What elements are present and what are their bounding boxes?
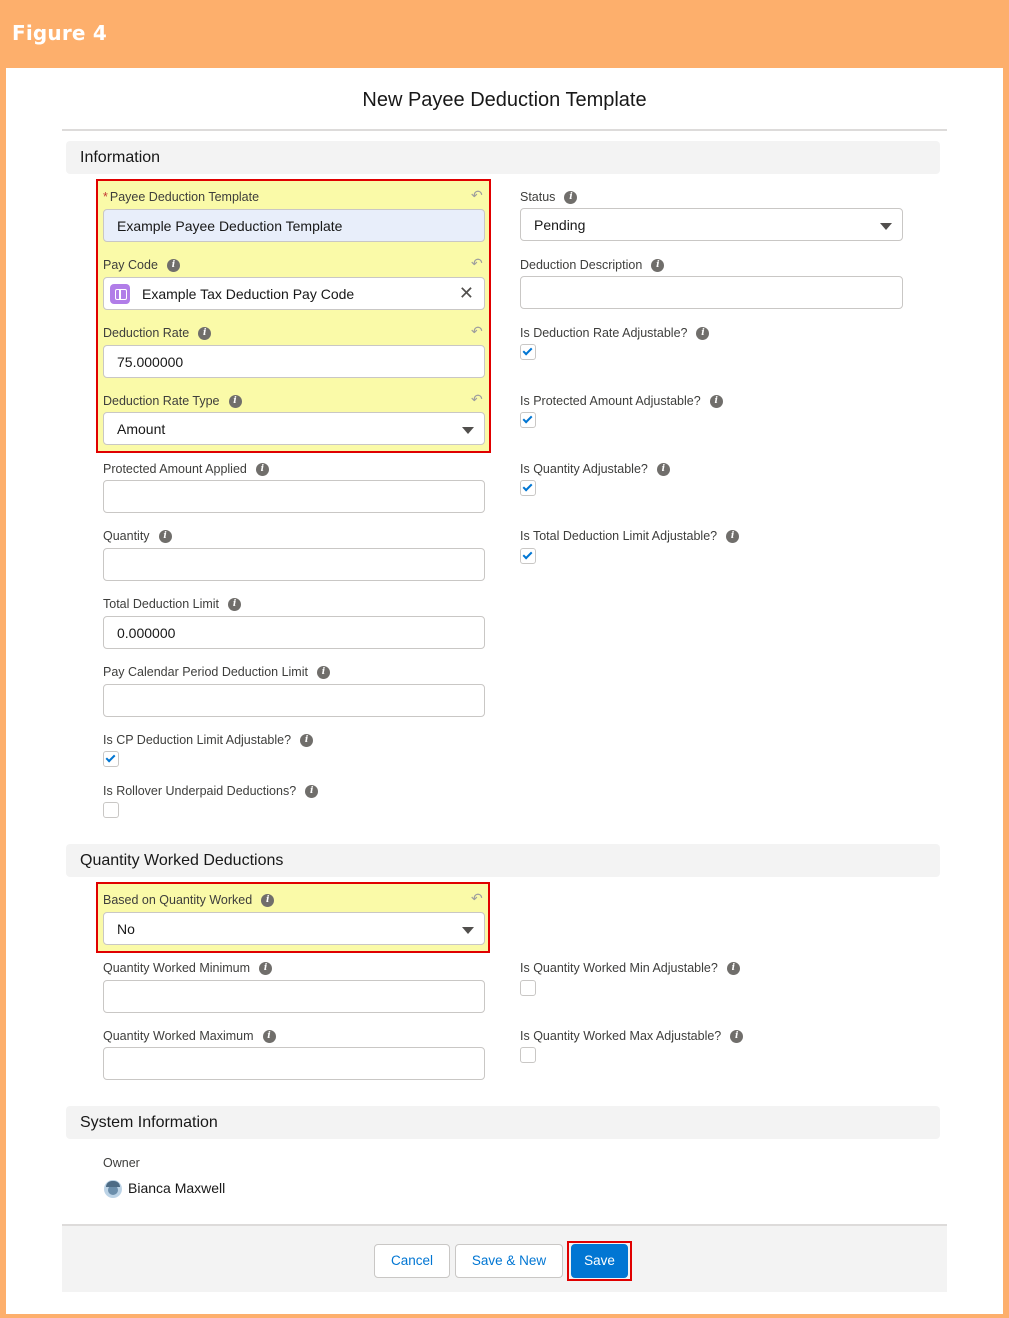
deduction-rate-label: Deduction Rate i: [103, 326, 212, 340]
based-on-qw-label: Based on Quantity Worked i: [103, 893, 275, 907]
section-information[interactable]: Information: [66, 141, 940, 174]
qw-max-label: Quantity Worked Maximum i: [103, 1029, 276, 1043]
total-limit-input[interactable]: 0.000000: [103, 616, 485, 649]
quantity-label: Quantity i: [103, 529, 172, 543]
rate-type-select[interactable]: Amount: [103, 412, 485, 445]
info-icon[interactable]: i: [726, 961, 740, 975]
info-icon[interactable]: i: [316, 665, 330, 679]
undo-icon[interactable]: ↶: [471, 890, 483, 907]
info-icon[interactable]: i: [696, 326, 710, 340]
period-limit-input[interactable]: [103, 684, 485, 717]
rollover-checkbox[interactable]: [103, 802, 119, 818]
protected-adjustable-label: Is Protected Amount Adjustable? i: [520, 394, 723, 408]
cancel-button[interactable]: Cancel: [374, 1244, 450, 1278]
save-new-button[interactable]: Save & New: [455, 1244, 563, 1278]
info-icon[interactable]: i: [228, 394, 242, 408]
checkmark-icon: [522, 413, 533, 424]
info-icon[interactable]: i: [228, 597, 242, 611]
qw-min-adjustable-label: Is Quantity Worked Min Adjustable? i: [520, 961, 740, 975]
quantity-adjustable-checkbox[interactable]: [520, 480, 536, 496]
template-label: * Payee Deduction Template: [103, 190, 260, 204]
section-label: Quantity Worked Deductions: [80, 852, 284, 869]
qw-max-adjustable-label: Is Quantity Worked Max Adjustable? i: [520, 1029, 744, 1043]
qw-min-adjustable-checkbox[interactable]: [520, 980, 536, 996]
rate-adjustable-label: Is Deduction Rate Adjustable? i: [520, 326, 710, 340]
protected-amount-input[interactable]: [103, 480, 485, 513]
status-label: Status i: [520, 190, 578, 204]
undo-icon[interactable]: ↶: [471, 323, 483, 340]
total-limit-label: Total Deduction Limit i: [103, 597, 242, 611]
info-icon[interactable]: i: [709, 394, 723, 408]
pay-code-lookup[interactable]: Example Tax Deduction Pay Code ✕: [103, 277, 485, 310]
avatar: [104, 1180, 122, 1198]
section-system-information[interactable]: System Information: [66, 1106, 940, 1139]
qw-max-adjustable-checkbox[interactable]: [520, 1047, 536, 1063]
total-limit-adjustable-label: Is Total Deduction Limit Adjustable? i: [520, 529, 740, 543]
info-icon[interactable]: i: [261, 893, 275, 907]
undo-icon[interactable]: ↶: [471, 187, 483, 204]
protected-adjustable-checkbox[interactable]: [520, 412, 536, 428]
figure-title: Figure 4: [12, 21, 107, 45]
template-input[interactable]: Example Payee Deduction Template: [103, 209, 485, 242]
description-label: Deduction Description i: [520, 258, 665, 272]
chevron-down-icon: [880, 223, 892, 230]
info-icon[interactable]: i: [651, 258, 665, 272]
total-limit-adjustable-checkbox[interactable]: [520, 548, 536, 564]
quantity-adjustable-label: Is Quantity Adjustable? i: [520, 462, 670, 476]
info-icon[interactable]: i: [262, 1029, 276, 1043]
info-icon[interactable]: i: [259, 961, 273, 975]
title-divider: [62, 129, 947, 131]
status-select[interactable]: Pending: [520, 208, 903, 241]
owner-label: Owner: [103, 1156, 140, 1170]
section-label: System Information: [80, 1114, 218, 1131]
checkmark-icon: [105, 752, 116, 763]
chevron-down-icon: [462, 427, 474, 434]
based-on-qw-select[interactable]: No: [103, 912, 485, 945]
qw-min-label: Quantity Worked Minimum i: [103, 961, 273, 975]
quantity-input[interactable]: [103, 548, 485, 581]
qw-max-input[interactable]: [103, 1047, 485, 1080]
description-input[interactable]: [520, 276, 903, 309]
rate-type-label: Deduction Rate Type i: [103, 394, 242, 408]
section-quantity-worked[interactable]: Quantity Worked Deductions: [66, 844, 940, 877]
pay-code-label: Pay Code i: [103, 258, 180, 272]
info-icon[interactable]: i: [198, 326, 212, 340]
checkmark-icon: [522, 549, 533, 560]
info-icon[interactable]: i: [305, 784, 319, 798]
figure-header: Figure 4: [0, 0, 1009, 68]
modal-title: New Payee Deduction Template: [362, 89, 647, 111]
info-icon[interactable]: i: [564, 190, 578, 204]
info-icon[interactable]: i: [656, 462, 670, 476]
undo-icon[interactable]: ↶: [471, 255, 483, 272]
period-limit-label: Pay Calendar Period Deduction Limit i: [103, 665, 330, 679]
checkmark-icon: [522, 345, 533, 356]
clear-icon[interactable]: ✕: [459, 283, 474, 304]
qw-min-input[interactable]: [103, 980, 485, 1013]
info-icon[interactable]: i: [255, 462, 269, 476]
cp-adjustable-label: Is CP Deduction Limit Adjustable? i: [103, 733, 314, 747]
chevron-down-icon: [462, 927, 474, 934]
rollover-label: Is Rollover Underpaid Deductions? i: [103, 784, 319, 798]
checkmark-icon: [522, 481, 533, 492]
info-icon[interactable]: i: [730, 1029, 744, 1043]
protected-amount-label: Protected Amount Applied i: [103, 462, 269, 476]
save-button[interactable]: Save: [571, 1244, 628, 1278]
rate-adjustable-checkbox[interactable]: [520, 344, 536, 360]
cp-adjustable-checkbox[interactable]: [103, 751, 119, 767]
undo-icon[interactable]: ↶: [471, 391, 483, 408]
section-label: Information: [80, 149, 161, 166]
info-icon[interactable]: i: [158, 529, 172, 543]
deduction-rate-input[interactable]: 75.000000: [103, 345, 485, 378]
info-icon[interactable]: i: [726, 529, 740, 543]
info-icon[interactable]: i: [300, 733, 314, 747]
info-icon[interactable]: i: [166, 258, 180, 272]
pay-code-object-icon: [110, 284, 130, 304]
owner-name[interactable]: Bianca Maxwell: [128, 1180, 225, 1196]
